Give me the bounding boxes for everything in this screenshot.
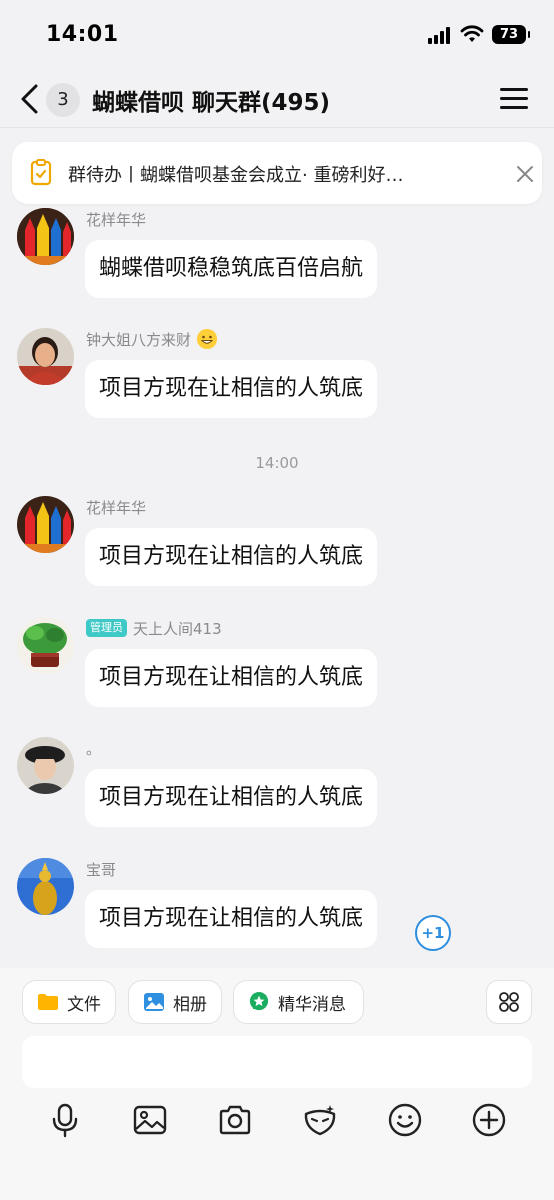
plus-circle-icon[interactable]: [471, 1102, 507, 1138]
back-button[interactable]: [16, 82, 46, 116]
plant-avatar-image: [17, 617, 74, 674]
menu-button[interactable]: [500, 86, 528, 112]
camera-icon[interactable]: [217, 1102, 253, 1138]
admin-badge: 管理员: [86, 619, 127, 637]
group-todo-banner[interactable]: 群待办丨蝴蝶借呗基金会成立· 重磅利好…: [12, 142, 542, 204]
avatar[interactable]: [17, 496, 74, 553]
unread-count-badge[interactable]: 3: [46, 83, 80, 117]
message-bubble[interactable]: 项目方现在让相信的人筑底: [85, 360, 378, 418]
file-label: 文件: [67, 994, 101, 1015]
wifi-icon: [460, 25, 484, 42]
album-label: 相册: [173, 994, 207, 1015]
apps-grid-button[interactable]: [486, 980, 532, 1024]
sender-name: 花样年华: [86, 496, 146, 518]
message-bubble[interactable]: 项目方现在让相信的人筑底: [85, 769, 378, 827]
cellular-signal-icon: [428, 26, 454, 44]
input-panel: 文件 相册 精华消息: [0, 968, 554, 1200]
sender-label: 天上人间413: [133, 619, 222, 638]
chat-title: 蝴蝶借呗 聊天群(495): [92, 90, 331, 116]
message-bubble[interactable]: 项目方现在让相信的人筑底: [85, 890, 378, 948]
pencils-avatar-image: [17, 496, 74, 553]
microphone-icon[interactable]: [47, 1102, 83, 1138]
woman-avatar-image: [17, 328, 74, 385]
sender-label: 花样年华: [86, 210, 147, 229]
folder-icon: [38, 994, 58, 1010]
nav-bar: 3 蝴蝶借呗 聊天群(495): [0, 70, 554, 128]
battery-indicator: 73: [492, 25, 530, 44]
banner-text: 群待办丨蝴蝶借呗基金会成立· 重磅利好…: [68, 165, 404, 186]
pencils-avatar-image: [17, 208, 74, 265]
emoji-icon[interactable]: [387, 1102, 423, 1138]
avatar[interactable]: [17, 737, 74, 794]
status-bar: 14:01 73: [0, 0, 554, 70]
sender-name: 花样年华: [86, 208, 146, 230]
gallery-icon[interactable]: [132, 1102, 168, 1138]
sender-label: 钟大姐八方来财: [86, 330, 192, 349]
highlights-label: 精华消息: [278, 994, 346, 1015]
avatar[interactable]: [17, 858, 74, 915]
avatar[interactable]: [17, 328, 74, 385]
plus-one-button[interactable]: +1: [415, 915, 451, 951]
avatar[interactable]: [17, 208, 74, 265]
file-button[interactable]: 文件: [22, 980, 116, 1024]
sender-label: 。: [86, 739, 102, 758]
image-icon: [144, 993, 164, 1011]
time-separator: 14:00: [255, 454, 299, 472]
status-time: 14:01: [46, 22, 119, 47]
sender-name: 管理员 天上人间413: [86, 617, 222, 639]
person-hat-avatar-image: [17, 737, 74, 794]
close-icon[interactable]: [512, 161, 538, 187]
message-bubble[interactable]: 项目方现在让相信的人筑底: [85, 649, 378, 707]
sender-name: 宝哥: [86, 858, 116, 880]
golden-statue-avatar-image: [17, 858, 74, 915]
highlights-button[interactable]: 精华消息: [233, 980, 364, 1024]
star-chat-icon: [249, 992, 269, 1011]
sender-name: 钟大姐八方来财: [86, 328, 218, 350]
sender-name: 。: [86, 737, 101, 759]
clipboard-check-icon: [30, 159, 52, 186]
message-bubble[interactable]: 项目方现在让相信的人筑底: [85, 528, 378, 586]
avatar[interactable]: [17, 617, 74, 674]
sender-label: 花样年华: [86, 498, 147, 517]
message-bubble[interactable]: 蝴蝶借呗稳稳筑底百倍启航: [85, 240, 378, 298]
grinning-face-icon: [197, 329, 218, 349]
album-button[interactable]: 相册: [128, 980, 222, 1024]
sticker-mask-icon[interactable]: [302, 1102, 338, 1138]
message-input[interactable]: [22, 1036, 532, 1088]
sender-label: 宝哥: [86, 860, 117, 879]
grid-icon: [499, 992, 519, 1012]
